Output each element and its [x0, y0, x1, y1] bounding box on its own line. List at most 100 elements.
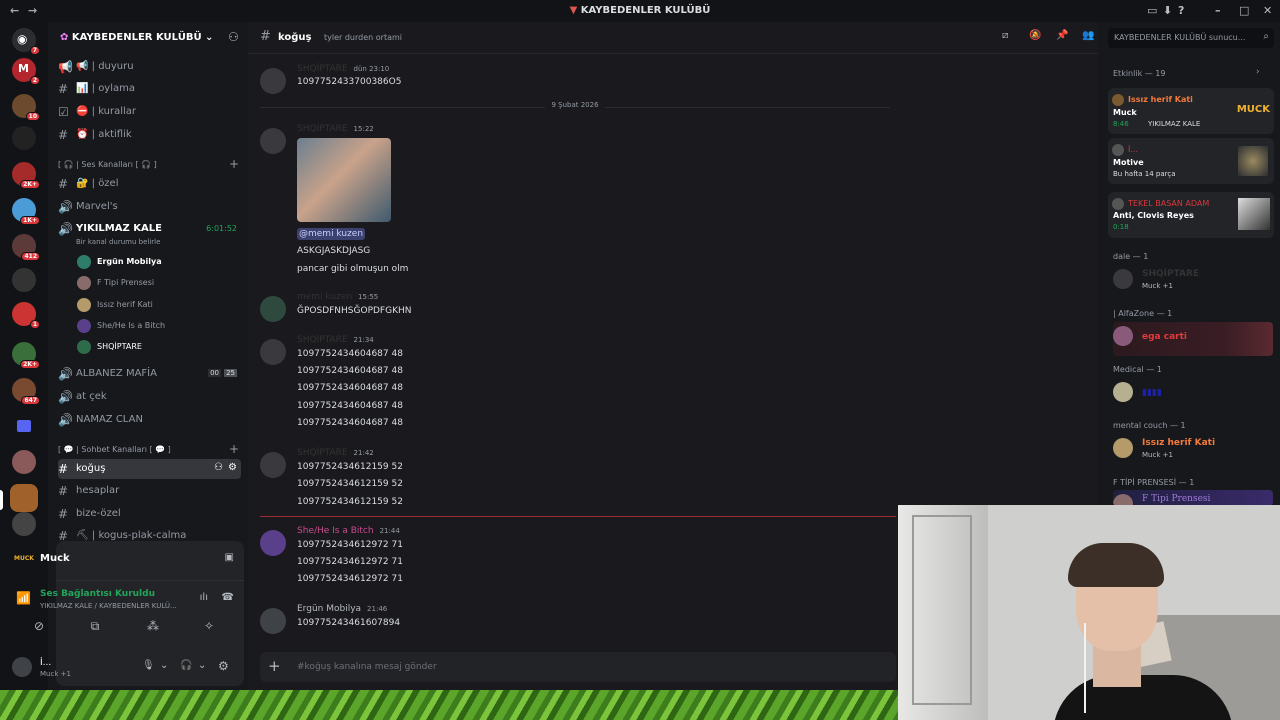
activity-header[interactable]: Etkinlik — 19: [1113, 69, 1165, 78]
channel-bize-ozel[interactable]: # bize-özel: [58, 504, 241, 524]
account-row: İ... Muck +1 🎙 ⌄ 🎧 ⌄ ⚙: [12, 651, 244, 683]
hash-icon: #: [58, 507, 69, 521]
voice-category[interactable]: [ 🎧 | Ses Kanalları [ 🎧 ]: [58, 160, 157, 169]
pin-icon[interactable]: 📌: [1056, 30, 1068, 41]
share-screen-icon[interactable]: ⧉: [82, 619, 108, 639]
channel-oylama[interactable]: # 📊 | oylama: [58, 79, 241, 99]
avatar[interactable]: [260, 68, 286, 94]
add-attachment-icon[interactable]: +: [268, 657, 281, 675]
camera-off-icon[interactable]: ⊘: [26, 619, 52, 639]
add-member-icon[interactable]: ⚇: [228, 30, 239, 44]
avatar[interactable]: [260, 128, 286, 154]
image-attachment[interactable]: [297, 138, 391, 222]
close-icon[interactable]: ✕: [1263, 4, 1272, 17]
settings-icon[interactable]: ⚙: [218, 659, 229, 673]
server-icon[interactable]: 412: [12, 234, 40, 261]
search-input[interactable]: KAYBEDENLER KULÜBÜ sunucu... ⌕: [1108, 28, 1274, 48]
server-icon[interactable]: 2K+: [12, 342, 40, 369]
avatar[interactable]: [260, 296, 286, 322]
server-icon[interactable]: [12, 512, 36, 536]
headphones-icon[interactable]: 🎧: [180, 660, 192, 671]
guild-header[interactable]: ✿ KAYBEDENLER KULÜBÜ ⌄: [60, 32, 213, 43]
message: SHQİPTARE 21:42 1097752434612159 52 10977…: [260, 448, 900, 510]
avatar: [77, 276, 91, 290]
new-messages-divider: [260, 516, 896, 517]
inbox-icon[interactable]: ▭: [1147, 4, 1157, 17]
disconnect-icon[interactable]: ☎: [222, 592, 234, 603]
server-icon[interactable]: 1K+: [12, 198, 40, 225]
member-item[interactable]: ▮▮▮▮: [1113, 378, 1273, 412]
avatar: [77, 319, 91, 333]
help-icon[interactable]: ?: [1178, 4, 1184, 17]
threads-icon[interactable]: ⧄: [1002, 30, 1008, 41]
noise-icon[interactable]: ılı: [200, 592, 208, 603]
server-icon[interactable]: 2K+: [12, 162, 40, 189]
microphone-icon[interactable]: 🎙: [142, 660, 155, 671]
server-icon[interactable]: [12, 268, 36, 292]
maximize-icon[interactable]: □: [1239, 4, 1249, 17]
avatar[interactable]: [260, 608, 286, 634]
member-item[interactable]: SHQİPTARE Muck +1: [1113, 265, 1273, 299]
avatar[interactable]: [260, 452, 286, 478]
avatar[interactable]: [260, 530, 286, 556]
channel-kogus[interactable]: # koğuş ⚇ ⚙: [58, 459, 241, 479]
chevron-down-icon[interactable]: ⌄: [198, 660, 206, 671]
channel-hesaplar[interactable]: # hesaplar: [58, 481, 241, 501]
soundboard-icon[interactable]: ✧: [196, 619, 222, 639]
activity-logo: MUCK: [14, 555, 34, 562]
activity-card[interactable]: TEKEL BASAN ADAM Anti, Clovis Reyes 0:18: [1108, 192, 1274, 238]
avatar: [1112, 198, 1124, 210]
channel-namaz-clan[interactable]: 🔊 NAMAZ CLAN: [58, 410, 241, 430]
message: Ergün Mobilya 21:46 109775243461607894: [260, 604, 900, 634]
avatar: [1113, 382, 1133, 402]
avatar[interactable]: [12, 657, 32, 677]
hash-icon: #: [58, 82, 69, 96]
server-icon[interactable]: [12, 126, 36, 150]
invite-icon[interactable]: ⚇: [214, 462, 223, 473]
window-title: ▼ KAYBEDENLER KULÜBÜ: [569, 5, 711, 16]
screen-icon[interactable]: ▣: [225, 552, 234, 563]
voice-channel-active[interactable]: 🔊 YIKILMAZ KALE 6:01:52 Bir kanal durumu…: [58, 219, 241, 247]
server-icon[interactable]: M2: [12, 58, 40, 85]
message: SHQİPTARE dün 23:10 1097752433700386O5: [260, 64, 900, 94]
channel-aktiflik[interactable]: # ⏰ | aktiflik: [58, 125, 241, 145]
speaker-icon: 🔊: [58, 413, 73, 427]
add-channel-icon[interactable]: +: [229, 157, 239, 171]
server-icon[interactable]: 647: [12, 378, 40, 405]
user-mention[interactable]: @memi kuzen: [297, 228, 366, 240]
webcam-overlay: [898, 505, 1280, 720]
chat-header: # koğuş tyler durden ortami ⧄ 🔕 📌 👥: [248, 22, 1098, 54]
activity-row[interactable]: MUCK Muck ▣: [14, 541, 244, 581]
chevron-right-icon[interactable]: ›: [1256, 67, 1260, 77]
channel-albanez-mafia[interactable]: 🔊 ALBANEZ MAFİA 00 25: [58, 364, 241, 384]
server-icon[interactable]: 1: [12, 302, 40, 329]
avatar[interactable]: [260, 339, 286, 365]
minimize-icon[interactable]: –: [1215, 4, 1221, 17]
channel-marvels[interactable]: 🔊 Marvel's: [58, 197, 241, 217]
signal-icon: 📶: [16, 591, 31, 605]
channel-at-cek[interactable]: 🔊 at çek: [58, 387, 241, 407]
member-item[interactable]: F Tipi Prensesi: [1113, 490, 1273, 506]
discord-home-icon[interactable]: ◉ 7: [12, 28, 40, 55]
server-icon-active[interactable]: [10, 484, 38, 512]
members-icon[interactable]: 👥: [1082, 30, 1094, 41]
channel-ozel[interactable]: # 🔐 | özel: [58, 174, 241, 194]
activity-card[interactable]: İ... Motive Bu hafta 14 parça: [1108, 138, 1274, 184]
server-icon[interactable]: [12, 450, 36, 474]
member-item[interactable]: ega carti: [1113, 322, 1273, 356]
text-category[interactable]: [ 💬 | Sohbet Kanalları [ 💬 ]: [58, 445, 171, 454]
channel-kurallar[interactable]: ☑ ⛔ | kurallar: [58, 102, 241, 122]
gear-icon[interactable]: ⚙: [228, 462, 237, 473]
server-icon[interactable]: 10: [12, 94, 40, 121]
hash-icon: #: [58, 177, 69, 191]
activities-icon[interactable]: ⁂: [140, 619, 166, 639]
chevron-down-icon[interactable]: ⌄: [160, 660, 168, 671]
folder-icon[interactable]: [17, 420, 31, 432]
download-icon[interactable]: ⬇: [1163, 4, 1172, 17]
mute-bell-icon[interactable]: 🔕: [1029, 30, 1041, 41]
message-input[interactable]: #koğuş kanalına mesaj gönder: [297, 662, 437, 672]
channel-duyuru[interactable]: 📢 📢 | duyuru: [58, 57, 241, 77]
add-channel-icon[interactable]: +: [229, 442, 239, 456]
member-item[interactable]: Issız herif Kati Muck +1: [1113, 434, 1273, 468]
activity-card[interactable]: Issız herif Kati Muck 8:46 YIKILMAZ KALE…: [1108, 88, 1274, 134]
